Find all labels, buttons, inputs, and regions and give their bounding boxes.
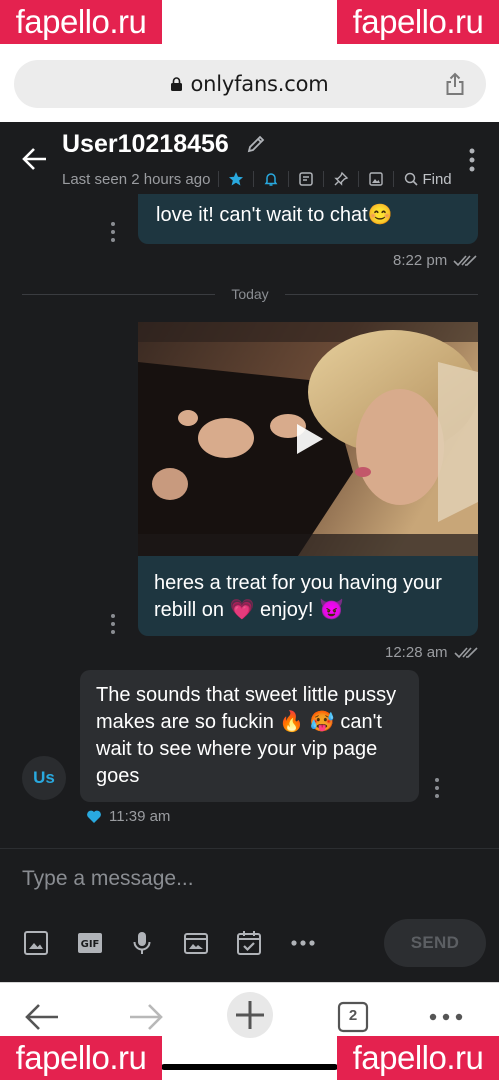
microphone-icon[interactable] — [128, 929, 156, 957]
browser-back-icon[interactable] — [22, 997, 62, 1037]
message-meta: 11:39 am — [86, 808, 170, 825]
read-receipt-icon — [453, 646, 480, 660]
message-text: The sounds that sweet little pussy makes… — [96, 684, 397, 787]
last-seen-text: Last seen 2 hours ago — [62, 170, 211, 188]
incoming-message[interactable]: The sounds that sweet little pussy makes… — [80, 670, 419, 802]
search-icon[interactable] — [402, 170, 420, 188]
heart-icon[interactable] — [86, 809, 102, 825]
home-indicator — [161, 1064, 338, 1070]
vault-icon[interactable] — [182, 929, 210, 957]
new-tab-plus-icon[interactable] — [226, 991, 274, 1039]
message-time: 11:39 am — [109, 808, 171, 825]
pin-icon[interactable] — [332, 170, 350, 188]
tab-switcher-button[interactable]: 2 — [336, 997, 370, 1037]
watermark-badge: fapello.ru — [337, 0, 499, 44]
svg-text:GIF: GIF — [81, 939, 100, 950]
browser-forward-icon[interactable] — [126, 997, 166, 1037]
address-bar[interactable]: onlyfans.com — [14, 60, 486, 108]
gif-icon[interactable]: GIF — [76, 929, 104, 957]
message-text: love it! can't wait to chat😊 — [156, 204, 393, 226]
image-attach-icon[interactable] — [22, 929, 50, 957]
watermark-badge: fapello.ru — [0, 1036, 162, 1080]
video-thumbnail[interactable] — [138, 322, 478, 556]
lock-icon — [171, 77, 183, 91]
share-icon[interactable] — [442, 71, 468, 97]
message-more-icon[interactable] — [434, 778, 440, 798]
edit-pencil-icon[interactable] — [246, 134, 266, 154]
read-receipt-icon — [453, 254, 479, 268]
day-separator: Today — [22, 284, 479, 304]
header-more-icon[interactable] — [469, 148, 475, 172]
star-icon[interactable] — [227, 170, 245, 188]
back-arrow-icon[interactable] — [20, 144, 50, 174]
tab-count: 2 — [348, 1007, 358, 1024]
watermark-badge: fapello.ru — [0, 0, 162, 44]
watermark-badge: fapello.ru — [337, 1036, 499, 1080]
message-composer: Type a message... GIF SEND — [0, 848, 499, 982]
more-options-icon[interactable] — [289, 929, 317, 957]
bell-icon[interactable] — [262, 170, 280, 188]
message-time: 12:28 am — [385, 644, 448, 661]
browser-menu-icon[interactable] — [426, 997, 466, 1037]
message-more-icon[interactable] — [110, 614, 116, 634]
message-meta: 8:22 pm — [393, 252, 479, 269]
chat-app: User10218456 Last seen 2 hours ago Find … — [0, 122, 499, 982]
avatar[interactable]: Us — [22, 756, 66, 800]
chat-header: User10218456 Last seen 2 hours ago Find — [0, 122, 499, 194]
send-button[interactable]: SEND — [384, 919, 486, 967]
chat-user-name[interactable]: User10218456 — [62, 130, 229, 159]
outgoing-message[interactable]: heres a treat for you having your rebill… — [138, 556, 478, 636]
message-text: heres a treat for you having your rebill… — [154, 572, 442, 621]
media-gallery-icon[interactable] — [367, 170, 385, 188]
message-meta: 12:28 am — [385, 644, 480, 661]
message-time: 8:22 pm — [393, 252, 448, 269]
play-icon[interactable] — [295, 422, 325, 456]
url-text: onlyfans.com — [190, 72, 329, 96]
note-icon[interactable] — [297, 170, 315, 188]
schedule-calendar-icon[interactable] — [235, 929, 263, 957]
message-more-icon[interactable] — [110, 222, 116, 242]
day-separator-label: Today — [231, 286, 269, 302]
find-label[interactable]: Find — [422, 171, 451, 188]
header-subline: Last seen 2 hours ago Find — [62, 168, 452, 190]
message-input[interactable]: Type a message... — [22, 867, 194, 891]
